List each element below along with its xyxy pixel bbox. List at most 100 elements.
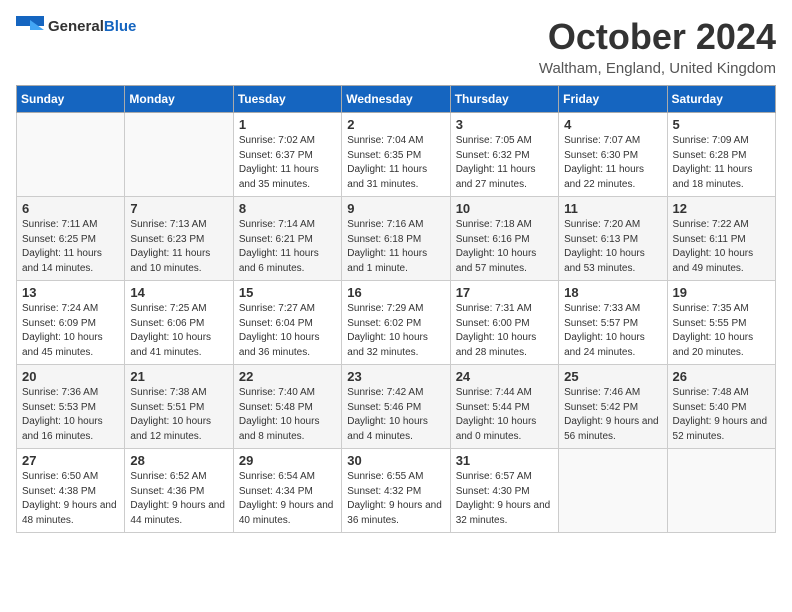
calendar-cell: 29 Sunrise: 6:54 AMSunset: 4:34 PMDayligh…	[233, 449, 341, 533]
day-number: 19	[673, 285, 770, 300]
day-info: Sunrise: 7:42 AMSunset: 5:46 PMDaylight:…	[347, 386, 444, 444]
day-number: 3	[456, 117, 553, 132]
day-info: Sunrise: 6:52 AMSunset: 4:36 PMDaylight:…	[130, 470, 227, 528]
day-number: 30	[347, 453, 444, 468]
calendar-cell: 1 Sunrise: 7:02 AMSunset: 6:37 PMDaylight…	[233, 113, 341, 197]
day-number: 5	[673, 117, 770, 132]
day-number: 1	[239, 117, 336, 132]
day-info: Sunrise: 7:20 AMSunset: 6:13 PMDaylight:…	[564, 218, 661, 276]
weekday-header: Friday	[559, 86, 667, 113]
calendar-cell: 24 Sunrise: 7:44 AMSunset: 5:44 PMDayligh…	[450, 365, 558, 449]
calendar-cell: 17Sunrise: 7:31 AMSunset: 6:00 PMDayligh…	[450, 281, 558, 365]
day-info: Sunrise: 6:57 AMSunset: 4:30 PMDaylight:…	[456, 470, 553, 528]
calendar-cell: 21 Sunrise: 7:38 AMSunset: 5:51 PMDayligh…	[125, 365, 233, 449]
day-info: Sunrise: 7:35 AMSunset: 5:55 PMDaylight:…	[673, 302, 770, 360]
day-info: Sunrise: 7:14 AMSunset: 6:21 PMDaylight:…	[239, 218, 336, 276]
calendar-cell: 23 Sunrise: 7:42 AMSunset: 5:46 PMDayligh…	[342, 365, 450, 449]
day-info: Sunrise: 7:16 AMSunset: 6:18 PMDaylight:…	[347, 218, 444, 276]
day-info: Sunrise: 6:54 AMSunset: 4:34 PMDaylight:…	[239, 470, 336, 528]
weekday-header-row: SundayMondayTuesdayWednesdayThursdayFrid…	[17, 86, 776, 113]
day-number: 16	[347, 285, 444, 300]
day-info: Sunrise: 7:44 AMSunset: 5:44 PMDaylight:…	[456, 386, 553, 444]
weekday-header: Tuesday	[233, 86, 341, 113]
calendar-cell: 28 Sunrise: 6:52 AMSunset: 4:36 PMDayligh…	[125, 449, 233, 533]
day-info: Sunrise: 7:27 AMSunset: 6:04 PMDaylight:…	[239, 302, 336, 360]
calendar-week-row: 20 Sunrise: 7:36 AMSunset: 5:53 PMDayligh…	[17, 365, 776, 449]
calendar-cell: 13Sunrise: 7:24 AMSunset: 6:09 PMDayligh…	[17, 281, 125, 365]
calendar-cell: 27Sunrise: 6:50 AMSunset: 4:38 PMDayligh…	[17, 449, 125, 533]
location: Waltham, England, United Kingdom	[539, 60, 776, 77]
calendar-cell: 19 Sunrise: 7:35 AMSunset: 5:55 PMDayligh…	[667, 281, 775, 365]
calendar-cell: 26 Sunrise: 7:48 AMSunset: 5:40 PMDayligh…	[667, 365, 775, 449]
day-number: 2	[347, 117, 444, 132]
calendar-cell	[17, 113, 125, 197]
day-number: 24	[456, 369, 553, 384]
day-info: Sunrise: 7:36 AMSunset: 5:53 PMDaylight:…	[22, 386, 119, 444]
day-number: 15	[239, 285, 336, 300]
weekday-header: Saturday	[667, 86, 775, 113]
day-number: 14	[130, 285, 227, 300]
calendar-cell: 18 Sunrise: 7:33 AMSunset: 5:57 PMDayligh…	[559, 281, 667, 365]
day-info: Sunrise: 7:18 AMSunset: 6:16 PMDaylight:…	[456, 218, 553, 276]
day-number: 25	[564, 369, 661, 384]
day-number: 20	[22, 369, 119, 384]
calendar-cell: 8 Sunrise: 7:14 AMSunset: 6:21 PMDaylight…	[233, 197, 341, 281]
logo-text: GeneralBlue	[48, 18, 136, 36]
day-number: 11	[564, 201, 661, 216]
day-number: 18	[564, 285, 661, 300]
calendar-cell: 30Sunrise: 6:55 AMSunset: 4:32 PMDayligh…	[342, 449, 450, 533]
calendar-cell: 11 Sunrise: 7:20 AMSunset: 6:13 PMDayligh…	[559, 197, 667, 281]
calendar-cell: 15 Sunrise: 7:27 AMSunset: 6:04 PMDayligh…	[233, 281, 341, 365]
calendar-week-row: 1 Sunrise: 7:02 AMSunset: 6:37 PMDaylight…	[17, 113, 776, 197]
weekday-header: Monday	[125, 86, 233, 113]
day-info: Sunrise: 7:29 AMSunset: 6:02 PMDaylight:…	[347, 302, 444, 360]
weekday-header: Wednesday	[342, 86, 450, 113]
day-info: Sunrise: 7:05 AMSunset: 6:32 PMDaylight:…	[456, 134, 553, 192]
calendar-cell: 10Sunrise: 7:18 AMSunset: 6:16 PMDayligh…	[450, 197, 558, 281]
day-number: 26	[673, 369, 770, 384]
calendar-cell: 3 Sunrise: 7:05 AMSunset: 6:32 PMDaylight…	[450, 113, 558, 197]
day-info: Sunrise: 7:22 AMSunset: 6:11 PMDaylight:…	[673, 218, 770, 276]
day-number: 21	[130, 369, 227, 384]
page-header: GeneralBlue October 2024 Waltham, Englan…	[16, 16, 776, 77]
day-info: Sunrise: 7:48 AMSunset: 5:40 PMDaylight:…	[673, 386, 770, 444]
day-number: 8	[239, 201, 336, 216]
logo: GeneralBlue	[16, 16, 136, 38]
calendar-cell	[559, 449, 667, 533]
day-number: 22	[239, 369, 336, 384]
day-info: Sunrise: 7:25 AMSunset: 6:06 PMDaylight:…	[130, 302, 227, 360]
month-title: October 2024	[539, 16, 776, 58]
calendar-cell: 9 Sunrise: 7:16 AMSunset: 6:18 PMDaylight…	[342, 197, 450, 281]
calendar-week-row: 27Sunrise: 6:50 AMSunset: 4:38 PMDayligh…	[17, 449, 776, 533]
calendar-cell	[125, 113, 233, 197]
day-info: Sunrise: 7:46 AMSunset: 5:42 PMDaylight:…	[564, 386, 661, 444]
weekday-header: Thursday	[450, 86, 558, 113]
day-info: Sunrise: 7:02 AMSunset: 6:37 PMDaylight:…	[239, 134, 336, 192]
day-number: 28	[130, 453, 227, 468]
day-info: Sunrise: 7:24 AMSunset: 6:09 PMDaylight:…	[22, 302, 119, 360]
calendar-cell: 7Sunrise: 7:13 AMSunset: 6:23 PMDaylight…	[125, 197, 233, 281]
calendar-cell: 25 Sunrise: 7:46 AMSunset: 5:42 PMDayligh…	[559, 365, 667, 449]
calendar-cell: 2Sunrise: 7:04 AMSunset: 6:35 PMDaylight…	[342, 113, 450, 197]
day-number: 17	[456, 285, 553, 300]
day-number: 27	[22, 453, 119, 468]
day-number: 23	[347, 369, 444, 384]
day-number: 12	[673, 201, 770, 216]
day-number: 29	[239, 453, 336, 468]
day-info: Sunrise: 7:38 AMSunset: 5:51 PMDaylight:…	[130, 386, 227, 444]
day-number: 9	[347, 201, 444, 216]
day-info: Sunrise: 7:09 AMSunset: 6:28 PMDaylight:…	[673, 134, 770, 192]
calendar-cell: 12 Sunrise: 7:22 AMSunset: 6:11 PMDayligh…	[667, 197, 775, 281]
day-info: Sunrise: 7:11 AMSunset: 6:25 PMDaylight:…	[22, 218, 119, 276]
weekday-header: Sunday	[17, 86, 125, 113]
calendar-week-row: 6 Sunrise: 7:11 AMSunset: 6:25 PMDaylight…	[17, 197, 776, 281]
day-number: 4	[564, 117, 661, 132]
calendar-cell: 5 Sunrise: 7:09 AMSunset: 6:28 PMDaylight…	[667, 113, 775, 197]
day-info: Sunrise: 7:33 AMSunset: 5:57 PMDaylight:…	[564, 302, 661, 360]
calendar-cell	[667, 449, 775, 533]
calendar-cell: 22 Sunrise: 7:40 AMSunset: 5:48 PMDayligh…	[233, 365, 341, 449]
calendar-cell: 14 Sunrise: 7:25 AMSunset: 6:06 PMDayligh…	[125, 281, 233, 365]
day-info: Sunrise: 7:40 AMSunset: 5:48 PMDaylight:…	[239, 386, 336, 444]
calendar-cell: 4Sunrise: 7:07 AMSunset: 6:30 PMDaylight…	[559, 113, 667, 197]
day-number: 6	[22, 201, 119, 216]
